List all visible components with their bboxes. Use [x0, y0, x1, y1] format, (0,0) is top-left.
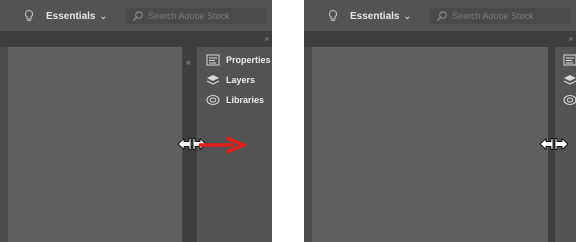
after-panel: Essentials ⌄ »: [304, 0, 576, 242]
workspace-switcher[interactable]: Essentials ⌄: [350, 8, 411, 24]
collapse-panels-icon[interactable]: »: [265, 34, 270, 43]
resize-cursor-icon: [539, 138, 569, 150]
expand-panel-icon[interactable]: «: [186, 57, 191, 67]
search-icon: [437, 11, 447, 21]
drag-direction-arrow-icon: [199, 136, 247, 154]
dock-item-label: Properties: [226, 55, 271, 65]
dock-item-properties[interactable]: Properties: [206, 53, 271, 67]
dock-item-layers[interactable]: Layers: [206, 73, 255, 87]
dock-item-layers[interactable]: [563, 73, 576, 87]
dock-item-libraries[interactable]: Libraries: [206, 93, 264, 107]
libraries-icon: [206, 94, 220, 106]
chevron-down-icon: ⌄: [403, 10, 412, 21]
search-input[interactable]: [144, 11, 258, 21]
workspace-label: Essentials: [350, 10, 400, 22]
workspace-label: Essentials: [46, 10, 96, 22]
panel-header-bar: »: [0, 31, 272, 47]
document-canvas[interactable]: [8, 47, 182, 242]
dock-item-libraries[interactable]: [563, 93, 576, 107]
before-panel: Essentials ⌄ » « Properties: [0, 0, 272, 242]
collapse-panels-icon[interactable]: »: [569, 34, 574, 43]
layers-icon: [563, 75, 576, 85]
dock-item-label: Layers: [226, 75, 256, 85]
properties-icon: [563, 54, 576, 66]
search-icon: [133, 11, 143, 21]
stock-search[interactable]: [126, 8, 266, 24]
dock-item-label: Libraries: [226, 95, 265, 105]
layers-icon: [206, 75, 220, 85]
app-toolbar: Essentials ⌄: [304, 0, 576, 31]
stock-search[interactable]: [430, 8, 570, 24]
panel-header-bar: »: [304, 31, 576, 47]
app-toolbar: Essentials ⌄: [0, 0, 272, 31]
libraries-icon: [563, 94, 576, 106]
lightbulb-icon[interactable]: [326, 9, 340, 23]
document-canvas[interactable]: [312, 47, 548, 242]
search-input[interactable]: [448, 11, 562, 21]
chevron-down-icon: ⌄: [99, 10, 108, 21]
properties-icon: [206, 54, 220, 66]
workspace-switcher[interactable]: Essentials ⌄: [46, 8, 107, 24]
lightbulb-icon[interactable]: [22, 9, 36, 23]
dock-item-properties[interactable]: [563, 53, 576, 67]
